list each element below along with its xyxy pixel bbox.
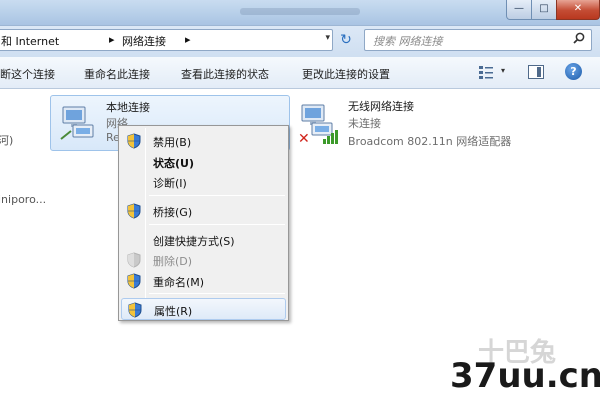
view-status-button[interactable]: 查看此连接的状态: [181, 66, 269, 82]
address-dropdown-icon[interactable]: ▾: [325, 33, 330, 43]
menu-item-label: 重命名(M): [153, 276, 205, 289]
refresh-icon[interactable]: ↻: [336, 31, 356, 51]
view-options-icon[interactable]: [478, 64, 494, 80]
menu-item-label: 删除(D): [153, 255, 193, 268]
menu-item-diagnose[interactable]: 诊断(I): [121, 171, 286, 193]
address-bar-area: 和 Internet ▸ 网络连接 ▸ ▾ ↻ 搜索 网络连接: [0, 26, 600, 57]
menu-item-bridge[interactable]: 桥接(G): [121, 200, 286, 222]
signal-strength-icon: [322, 128, 342, 144]
menu-item-label: 属性(R): [154, 305, 193, 318]
menu-item-rename[interactable]: 重命名(M): [121, 270, 286, 292]
close-button[interactable]: ✕: [556, 0, 600, 20]
connection-name: 本地连接: [106, 101, 150, 114]
disable-connection-button[interactable]: 断这个连接: [0, 66, 55, 82]
uac-shield-icon: [127, 203, 141, 219]
menu-item-create-shortcut[interactable]: 创建快捷方式(S): [121, 229, 286, 251]
search-input[interactable]: 搜索 网络连接: [364, 29, 592, 51]
menu-item-label: 禁用(B): [153, 136, 192, 149]
uac-shield-icon: [128, 302, 142, 318]
address-bar[interactable]: 和 Internet ▸ 网络连接 ▸ ▾: [0, 29, 333, 51]
breadcrumb-network-internet[interactable]: 和 Internet: [1, 33, 59, 49]
menu-item-label: 诊断(I): [153, 177, 187, 190]
search-placeholder: 搜索 网络连接: [373, 35, 443, 48]
rename-connection-button[interactable]: 重命名此连接: [84, 66, 150, 82]
breadcrumb-network-connections[interactable]: 网络连接: [122, 33, 166, 49]
view-dropdown-icon[interactable]: ▾: [501, 66, 505, 75]
connection-name[interactable]: 无线网络连接: [348, 98, 414, 114]
menu-separator: [149, 195, 285, 196]
menu-separator: [149, 224, 285, 225]
menu-item-label: 状态(U): [153, 157, 194, 170]
menu-item-disable[interactable]: 禁用(B): [121, 130, 286, 152]
partial-item-text: 河): [0, 134, 14, 147]
watermark: 37uu.cn: [440, 350, 600, 400]
search-icon[interactable]: [573, 32, 585, 47]
partial-item-text: iniporo...: [0, 193, 47, 206]
wired-network-icon: [59, 103, 99, 143]
menu-item-properties[interactable]: 属性(R): [121, 298, 286, 320]
menu-item-status[interactable]: 状态(U): [121, 151, 286, 173]
help-icon[interactable]: ?: [565, 63, 582, 80]
context-menu: 禁用(B) 状态(U) 诊断(I) 桥接(G) 创建快捷方式(S) 删除(D) …: [118, 125, 289, 321]
minimize-button[interactable]: —: [506, 0, 532, 20]
menu-item-label: 创建快捷方式(S): [153, 235, 235, 248]
command-bar: 断这个连接 重命名此连接 查看此连接的状态 更改此连接的设置 ▾ ?: [0, 57, 600, 89]
watermark-text: 37uu.cn: [450, 356, 600, 396]
uac-shield-icon: [127, 252, 141, 268]
window-title-blurred: [240, 8, 360, 15]
uac-shield-icon: [127, 273, 141, 289]
breadcrumb-separator-icon[interactable]: ▸: [185, 33, 191, 46]
breadcrumb-separator-icon[interactable]: ▸: [109, 33, 115, 46]
preview-pane-icon[interactable]: [528, 65, 544, 79]
connection-status: 未连接: [348, 117, 381, 130]
change-settings-button[interactable]: 更改此连接的设置: [302, 66, 390, 82]
disconnected-icon: ✕: [298, 131, 310, 147]
menu-item-delete: 删除(D): [121, 249, 286, 271]
maximize-button[interactable]: □: [531, 0, 557, 20]
uac-shield-icon: [127, 133, 141, 149]
connection-adapter: Broadcom 802.11n 网络适配器: [348, 135, 512, 148]
title-bar: — □ ✕: [0, 0, 600, 26]
menu-separator: [149, 293, 285, 294]
menu-item-label: 桥接(G): [153, 206, 193, 219]
